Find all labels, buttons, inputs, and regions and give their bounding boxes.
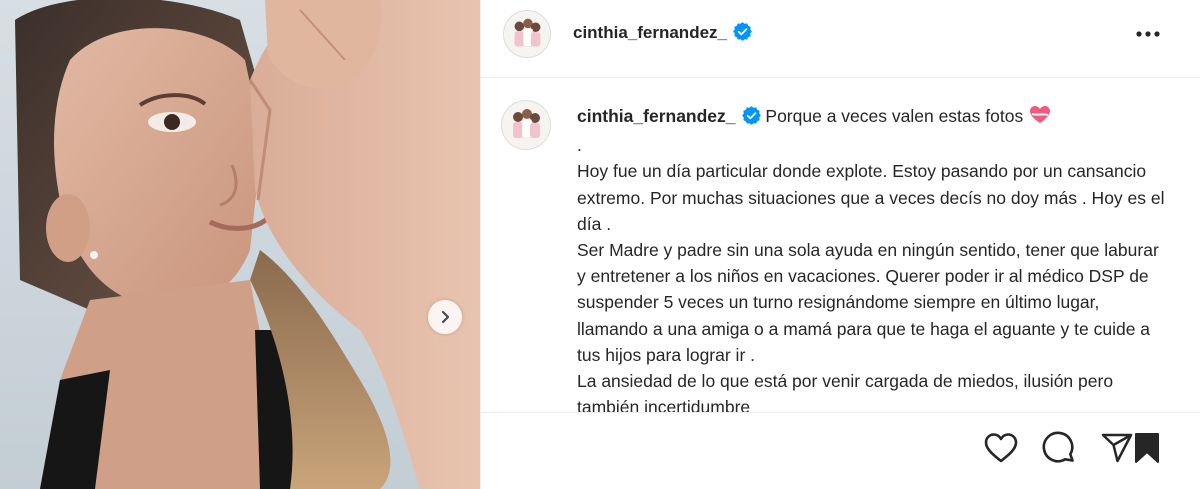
caption-text: cinthia_fernandez_ Porque a veces valen … <box>577 103 1167 412</box>
heart-ribbon-icon <box>1029 105 1051 132</box>
profile-photo-avatar <box>502 101 550 149</box>
more-options-button[interactable] <box>1133 22 1163 46</box>
instagram-post: cinthia_fernandez_ cinthia_fernandez_ Po… <box>0 0 1200 489</box>
heart-icon <box>984 433 1018 463</box>
save-button[interactable] <box>1129 430 1165 466</box>
post-photo <box>0 0 480 489</box>
verified-badge-icon <box>741 106 761 132</box>
profile-photo-avatar <box>504 11 550 57</box>
post-panel: cinthia_fernandez_ cinthia_fernandez_ Po… <box>480 0 1200 489</box>
header-user: cinthia_fernandez_ <box>573 22 752 46</box>
caption-avatar[interactable] <box>501 100 551 150</box>
verified-badge-icon <box>733 22 752 46</box>
caption-username[interactable]: cinthia_fernandez_ <box>577 106 736 126</box>
post-media[interactable] <box>0 0 480 489</box>
next-photo-button[interactable] <box>428 300 462 334</box>
like-button[interactable] <box>983 430 1019 466</box>
caption-body: . Hoy fue un día particular donde explot… <box>577 135 1165 412</box>
chevron-right-icon <box>441 310 450 324</box>
caption-section: cinthia_fernandez_ Porque a veces valen … <box>481 78 1200 412</box>
bookmark-icon <box>1135 433 1159 463</box>
action-bar <box>481 412 1200 489</box>
comment-icon <box>1042 431 1074 463</box>
comment-button[interactable] <box>1041 430 1077 466</box>
more-options-icon <box>1136 31 1160 37</box>
caption-first-line: Porque a veces valen estas fotos <box>765 106 1024 126</box>
post-header: cinthia_fernandez_ <box>481 0 1200 78</box>
profile-avatar[interactable] <box>503 10 551 58</box>
header-username[interactable]: cinthia_fernandez_ <box>573 23 727 42</box>
